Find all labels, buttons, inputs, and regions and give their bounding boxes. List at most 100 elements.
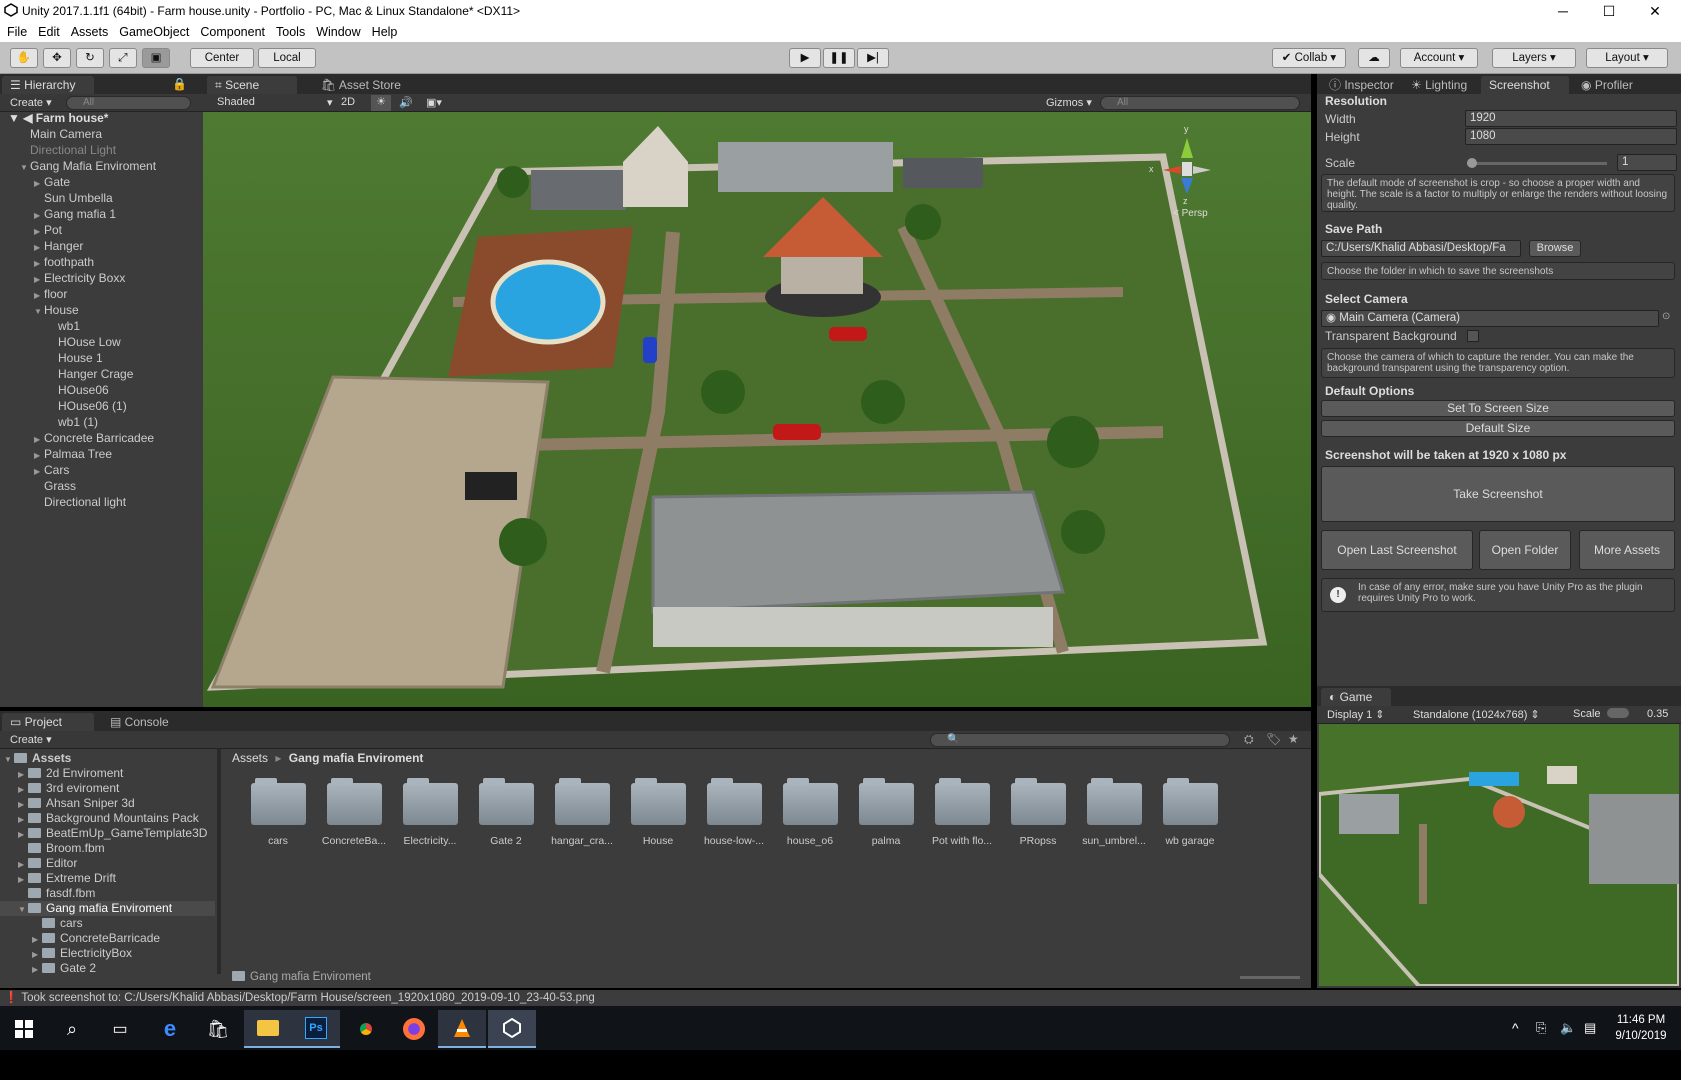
photoshop-icon[interactable]: Ps	[292, 1010, 340, 1048]
camera-object-field[interactable]: ◉ Main Camera (Camera)	[1321, 310, 1659, 327]
project-tree-item[interactable]: ▶ 2d Enviroment	[0, 766, 215, 781]
close-button[interactable]: ✕	[1632, 0, 1678, 22]
menu-help[interactable]: Help	[365, 22, 398, 39]
hierarchy-item[interactable]: House 1	[48, 350, 103, 366]
asset-folder[interactable]: hangar_cra...	[546, 778, 618, 847]
set-to-screen-size-button[interactable]: Set To Screen Size	[1321, 400, 1675, 417]
hierarchy-item[interactable]: ▶ floor	[34, 286, 67, 302]
menu-window[interactable]: Window	[309, 22, 360, 39]
width-field[interactable]: 1920	[1465, 110, 1677, 127]
collapsed-arrow-icon[interactable]: ▶	[18, 872, 28, 887]
collapsed-arrow-icon[interactable]: ▶	[32, 947, 42, 962]
expanded-arrow-icon[interactable]: ▼	[20, 160, 30, 176]
scene-viewport[interactable]: y x z < Persp	[203, 112, 1311, 707]
asset-folder[interactable]: Pot with flo...	[926, 778, 998, 847]
layers-dropdown[interactable]: Layers ▾	[1492, 48, 1576, 68]
scale-slider-thumb[interactable]	[1467, 158, 1477, 168]
hierarchy-item[interactable]: ▶ Hanger	[34, 238, 83, 254]
browse-button[interactable]: Browse	[1529, 240, 1581, 257]
menu-tools[interactable]: Tools	[269, 22, 305, 39]
hierarchy-item[interactable]: wb1	[48, 318, 80, 334]
tab-scene[interactable]: ⌗ Scene	[207, 76, 297, 94]
hierarchy-item[interactable]: Directional Light	[20, 142, 116, 158]
expanded-arrow-icon[interactable]: ▼	[34, 304, 44, 320]
rect-tool-button[interactable]: ▣	[142, 48, 170, 68]
minimize-button[interactable]: ─	[1540, 0, 1586, 22]
menu-file[interactable]: File	[0, 22, 27, 39]
collapsed-arrow-icon[interactable]: ▶	[18, 797, 28, 812]
more-assets-button[interactable]: More Assets	[1579, 530, 1675, 570]
hierarchy-item[interactable]: ▼ House	[34, 302, 79, 318]
cloud-button[interactable]: ☁	[1358, 48, 1390, 68]
2d-toggle[interactable]: 2D	[341, 96, 355, 108]
lock-icon[interactable]: 🔒	[172, 77, 187, 91]
collapsed-arrow-icon[interactable]: ▶	[18, 767, 28, 782]
tab-screenshot[interactable]: Screenshot	[1481, 76, 1569, 94]
maximize-button[interactable]: ☐	[1586, 0, 1632, 22]
default-size-button[interactable]: Default Size	[1321, 420, 1675, 437]
hierarchy-item[interactable]: ▶ Electricity Boxx	[34, 270, 125, 286]
asset-folder[interactable]: wb garage	[1154, 778, 1226, 847]
asset-folder[interactable]: cars	[242, 778, 314, 847]
show-hidden-icons-icon[interactable]: ^	[1512, 1020, 1519, 1036]
file-explorer-icon[interactable]	[244, 1010, 292, 1048]
hierarchy-item[interactable]: ▶ foothpath	[34, 254, 94, 270]
project-tree-item[interactable]: ▶ Editor	[0, 856, 215, 871]
height-field[interactable]: 1080	[1465, 128, 1677, 145]
network-icon[interactable]: ⎘	[1536, 1020, 1546, 1036]
pause-button[interactable]: ❚❚	[823, 48, 855, 68]
shading-mode-dropdown[interactable]: Shaded	[217, 96, 255, 108]
scene-root-row[interactable]: ▼ ◀ Farm house*	[8, 110, 108, 126]
icon-size-slider[interactable]	[1240, 976, 1300, 979]
collab-dropdown[interactable]: ✔ Collab ▾	[1272, 48, 1346, 68]
project-tree-item[interactable]: cars	[0, 916, 215, 931]
project-tree-item[interactable]: fasdf.fbm	[0, 886, 215, 901]
asset-folder[interactable]: ConcreteBa...	[318, 778, 390, 847]
orientation-gizmo[interactable]: y x z < Persp	[1143, 124, 1233, 220]
project-create-button[interactable]: Create ▾	[10, 733, 52, 746]
project-search-input[interactable]: 🔍	[930, 733, 1230, 747]
asset-folder[interactable]: Electricity...	[394, 778, 466, 847]
project-tree-item[interactable]: ▶ Ahsan Sniper 3d	[0, 796, 215, 811]
hierarchy-item[interactable]: ▼ Gang Mafia Enviroment	[20, 158, 156, 174]
volume-icon[interactable]: 🔈	[1560, 1020, 1576, 1036]
project-tree-item[interactable]: ▶ 3rd eviroment	[0, 781, 215, 796]
take-screenshot-button[interactable]: Take Screenshot	[1321, 466, 1675, 522]
resolution-dropdown[interactable]: Standalone (1024x768) ⇕	[1413, 708, 1540, 721]
hierarchy-item[interactable]: ▶ Cars	[34, 462, 69, 478]
collapsed-arrow-icon[interactable]: ▶	[18, 827, 28, 842]
pivot-center-button[interactable]: Center	[190, 48, 254, 68]
expanded-arrow-icon[interactable]: ▼	[18, 902, 28, 917]
scale-field[interactable]: 1	[1617, 154, 1677, 171]
chrome-icon[interactable]	[342, 1010, 390, 1048]
tab-game[interactable]: ◐ Game	[1321, 688, 1391, 706]
tab-asset-store[interactable]: 🛍 Asset Store	[313, 76, 413, 94]
firefox-icon[interactable]	[390, 1010, 438, 1048]
hand-tool-button[interactable]: ✋	[10, 48, 38, 68]
hierarchy-create-button[interactable]: Create ▾	[10, 96, 52, 109]
scale-tool-button[interactable]: ⤢	[109, 48, 137, 68]
hierarchy-item[interactable]: ▶ Gang mafia 1	[34, 206, 116, 222]
project-tree-item[interactable]: Broom.fbm	[0, 841, 215, 856]
persp-label[interactable]: < Persp	[1173, 208, 1208, 219]
tab-project[interactable]: ▭ Project	[2, 713, 94, 731]
hierarchy-item[interactable]: HOuse06	[48, 382, 109, 398]
transparent-bg-checkbox[interactable]	[1467, 330, 1479, 342]
hierarchy-item[interactable]: Directional light	[34, 494, 126, 510]
play-button[interactable]: ▶	[789, 48, 821, 68]
tab-console[interactable]: ▤ Console	[102, 713, 182, 731]
action-center-icon[interactable]: ▤	[1584, 1020, 1596, 1036]
tab-hierarchy[interactable]: ☰ Hierarchy	[2, 76, 94, 94]
hierarchy-item[interactable]: HOuse06 (1)	[48, 398, 127, 414]
menu-gameobject[interactable]: GameObject	[112, 22, 189, 39]
asset-folder[interactable]: PRopss	[1002, 778, 1074, 847]
hierarchy-search-input[interactable]: All	[66, 96, 191, 110]
hierarchy-item[interactable]: Hanger Crage	[48, 366, 133, 382]
breadcrumb-current[interactable]: Gang mafia Enviroment	[289, 751, 424, 765]
menu-component[interactable]: Component	[193, 22, 265, 39]
menu-assets[interactable]: Assets	[64, 22, 109, 39]
hierarchy-item[interactable]: Sun Umbella	[34, 190, 113, 206]
open-last-screenshot-button[interactable]: Open Last Screenshot	[1321, 530, 1473, 570]
favorite-star-icon[interactable]: ★	[1288, 732, 1299, 746]
layout-dropdown[interactable]: Layout ▾	[1586, 48, 1668, 68]
